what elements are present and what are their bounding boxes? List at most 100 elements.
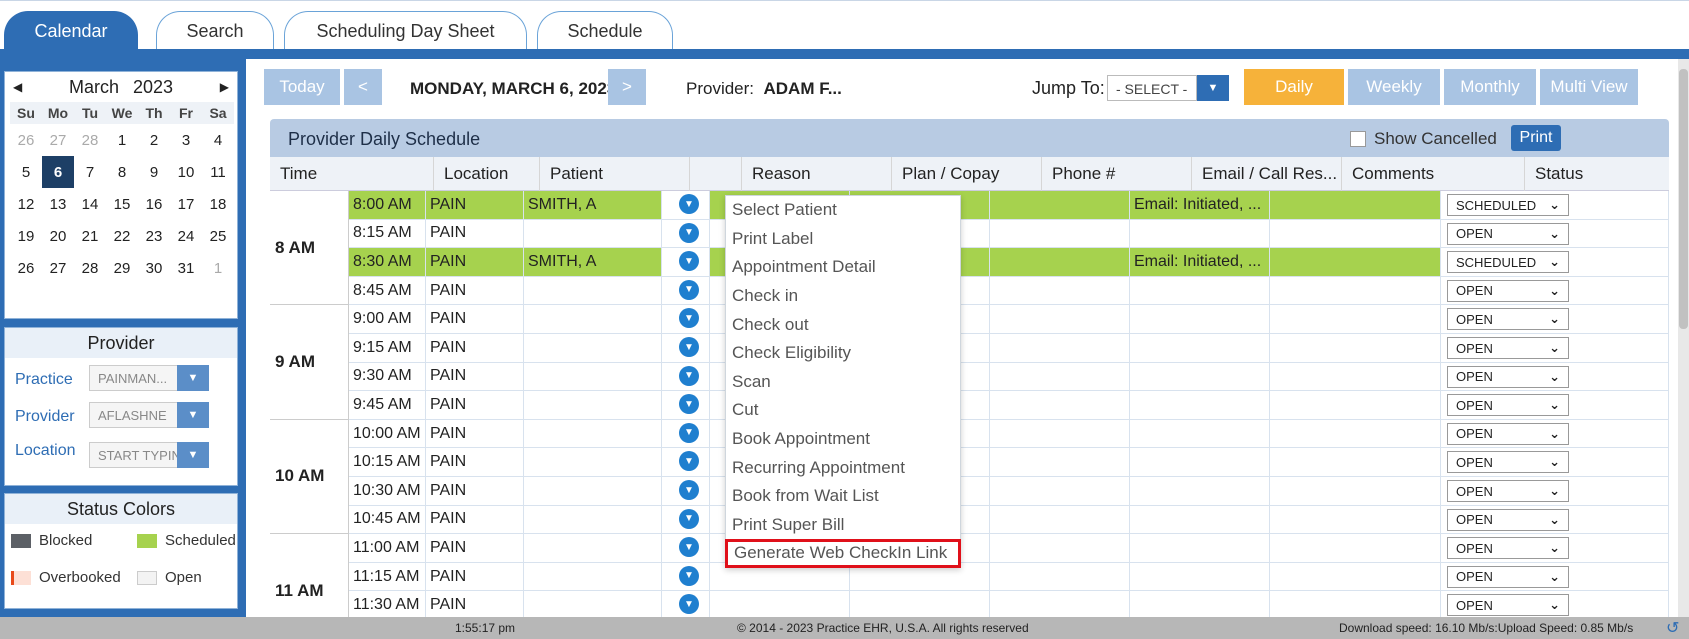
- scrollbar-thumb[interactable]: [1679, 69, 1688, 329]
- calendar-day[interactable]: 1: [106, 124, 138, 156]
- menu-check-in[interactable]: Check in: [726, 282, 960, 311]
- table-row[interactable]: 9:45 AM PAIN ▼ OPEN ⌄: [349, 391, 1669, 420]
- practice-dropdown-icon[interactable]: ▼: [177, 365, 209, 391]
- show-cancelled-checkbox[interactable]: [1350, 131, 1366, 147]
- menu-appointment-detail[interactable]: Appointment Detail: [726, 253, 960, 282]
- status-select[interactable]: OPEN ⌄: [1447, 394, 1569, 417]
- menu-check-out[interactable]: Check out: [726, 310, 960, 339]
- calendar-day[interactable]: 1: [202, 252, 234, 284]
- calendar-day[interactable]: 22: [106, 220, 138, 252]
- calendar-day[interactable]: 11: [202, 156, 234, 188]
- status-select[interactable]: OPEN ⌄: [1447, 422, 1569, 445]
- menu-check-eligibility[interactable]: Check Eligibility: [726, 339, 960, 368]
- calendar-day[interactable]: 4: [202, 124, 234, 156]
- menu-scan[interactable]: Scan: [726, 368, 960, 397]
- calendar-day[interactable]: 8: [106, 156, 138, 188]
- table-row[interactable]: 8:30 AM PAIN SMITH, A Email: Initiated, ...…: [349, 248, 1669, 277]
- menu-generate-web-checkin-link[interactable]: Generate Web CheckIn Link: [725, 539, 961, 568]
- menu-print-label[interactable]: Print Label: [726, 225, 960, 254]
- print-button[interactable]: Print: [1511, 125, 1561, 151]
- calendar-day[interactable]: 29: [106, 252, 138, 284]
- next-month-icon[interactable]: ▶: [220, 80, 229, 94]
- calendar-day[interactable]: 9: [138, 156, 170, 188]
- calendar-day[interactable]: 21: [74, 220, 106, 252]
- status-select[interactable]: SCHEDULED ⌄: [1447, 251, 1569, 274]
- calendar-day[interactable]: 16: [138, 188, 170, 220]
- menu-select-patient[interactable]: Select Patient: [726, 196, 960, 225]
- calendar-day[interactable]: 27: [42, 124, 74, 156]
- calendar-day[interactable]: 30: [138, 252, 170, 284]
- table-row[interactable]: 11:00 AM PAIN ▼ OPEN ⌄: [349, 534, 1669, 563]
- calendar-day[interactable]: 10: [170, 156, 202, 188]
- calendar-day[interactable]: 19: [10, 220, 42, 252]
- provider-dropdown-icon[interactable]: ▼: [177, 402, 209, 428]
- calendar-day[interactable]: 13: [42, 188, 74, 220]
- row-actions-icon[interactable]: ▼: [679, 480, 699, 500]
- calendar-day[interactable]: 26: [10, 252, 42, 284]
- row-actions-icon[interactable]: ▼: [679, 194, 699, 214]
- calendar-day[interactable]: 18: [202, 188, 234, 220]
- table-row[interactable]: 9:30 AM PAIN ▼ OPEN ⌄: [349, 362, 1669, 392]
- refresh-icon[interactable]: ↺: [1666, 618, 1679, 638]
- table-row[interactable]: 11:30 AM PAIN ▼ OPEN ⌄: [349, 591, 1669, 617]
- calendar-day[interactable]: 24: [170, 220, 202, 252]
- calendar-day[interactable]: 14: [74, 188, 106, 220]
- prev-day-button[interactable]: <: [344, 69, 382, 105]
- table-row[interactable]: 11:15 AM PAIN ▼ OPEN ⌄: [349, 562, 1669, 592]
- calendar-day[interactable]: 7: [74, 156, 106, 188]
- table-row[interactable]: 10:15 AM PAIN ▼ OPEN ⌄: [349, 448, 1669, 477]
- menu-cut[interactable]: Cut: [726, 396, 960, 425]
- tab-calendar[interactable]: Calendar: [4, 11, 138, 51]
- row-actions-icon[interactable]: ▼: [679, 365, 699, 386]
- row-actions-icon[interactable]: ▼: [679, 565, 699, 586]
- menu-recurring-appointment[interactable]: Recurring Appointment: [726, 453, 960, 482]
- calendar-day[interactable]: 31: [170, 252, 202, 284]
- menu-print-super-bill[interactable]: Print Super Bill: [726, 511, 960, 540]
- location-input[interactable]: START TYPIN: [89, 442, 181, 468]
- status-select[interactable]: OPEN ⌄: [1447, 365, 1569, 388]
- multi-view-button[interactable]: Multi View: [1540, 69, 1638, 105]
- calendar-day[interactable]: 20: [42, 220, 74, 252]
- jump-to-select[interactable]: - SELECT -: [1107, 75, 1197, 101]
- daily-view-button[interactable]: Daily: [1244, 69, 1344, 105]
- calendar-day[interactable]: 2: [138, 124, 170, 156]
- table-row[interactable]: 10:30 AM PAIN ▼ OPEN ⌄: [349, 477, 1669, 506]
- monthly-view-button[interactable]: Monthly: [1444, 69, 1536, 105]
- status-select[interactable]: OPEN ⌄: [1447, 279, 1569, 302]
- table-row[interactable]: 10:45 AM PAIN ▼ OPEN ⌄: [349, 505, 1669, 535]
- provider-select[interactable]: AFLASHNE: [89, 402, 184, 428]
- status-select[interactable]: OPEN ⌄: [1447, 222, 1569, 245]
- table-row[interactable]: 8:15 AM PAIN ▼ OPEN ⌄: [349, 219, 1669, 249]
- calendar-day[interactable]: 28: [74, 124, 106, 156]
- status-select[interactable]: OPEN ⌄: [1447, 480, 1569, 502]
- table-row[interactable]: 9:15 AM PAIN ▼ OPEN ⌄: [349, 334, 1669, 363]
- calendar-day[interactable]: 5: [10, 156, 42, 188]
- calendar-day[interactable]: 26: [10, 124, 42, 156]
- today-button[interactable]: Today: [264, 69, 340, 105]
- menu-book-appointment[interactable]: Book Appointment: [726, 425, 960, 454]
- jump-to-dropdown-icon[interactable]: ▼: [1197, 75, 1229, 101]
- status-select[interactable]: OPEN ⌄: [1447, 537, 1569, 560]
- table-row[interactable]: 9:00 AM PAIN ▼ OPEN ⌄: [349, 305, 1669, 334]
- status-select[interactable]: SCHEDULED ⌄: [1447, 194, 1569, 216]
- tab-scheduling-day-sheet[interactable]: Scheduling Day Sheet: [284, 11, 527, 51]
- calendar-day[interactable]: 6: [42, 156, 74, 188]
- status-select[interactable]: OPEN ⌄: [1447, 594, 1569, 617]
- status-select[interactable]: OPEN ⌄: [1447, 337, 1569, 359]
- row-actions-icon[interactable]: ▼: [679, 508, 699, 529]
- calendar-day[interactable]: 27: [42, 252, 74, 284]
- status-select[interactable]: OPEN ⌄: [1447, 451, 1569, 474]
- row-actions-icon[interactable]: ▼: [679, 422, 699, 443]
- calendar-day[interactable]: 23: [138, 220, 170, 252]
- row-actions-icon[interactable]: ▼: [679, 337, 699, 357]
- location-dropdown-icon[interactable]: ▼: [177, 442, 209, 468]
- calendar-day[interactable]: 17: [170, 188, 202, 220]
- row-actions-icon[interactable]: ▼: [679, 279, 699, 300]
- calendar-day[interactable]: 3: [170, 124, 202, 156]
- table-row[interactable]: 10:00 AM PAIN ▼ OPEN ⌄: [349, 419, 1669, 449]
- prev-month-icon[interactable]: ◀: [13, 80, 22, 94]
- status-select[interactable]: OPEN ⌄: [1447, 565, 1569, 588]
- practice-select[interactable]: PAINMAN...: [89, 365, 184, 391]
- status-select[interactable]: OPEN ⌄: [1447, 308, 1569, 331]
- next-day-button[interactable]: >: [608, 69, 646, 105]
